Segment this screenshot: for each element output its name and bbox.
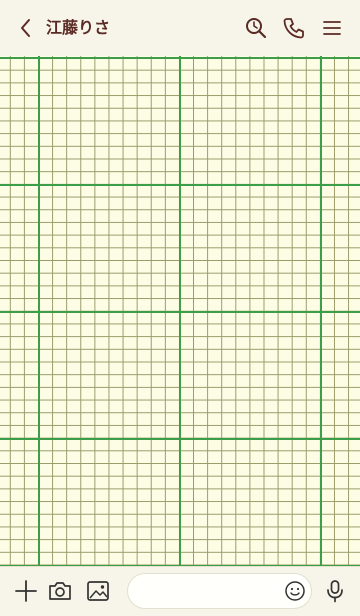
- attach-button[interactable]: [13, 578, 39, 604]
- search-icon: [246, 18, 267, 39]
- phone-icon: [283, 18, 304, 39]
- plus-icon: [15, 580, 37, 602]
- camera-icon: [49, 582, 71, 600]
- menu-button[interactable]: [319, 15, 345, 41]
- menu-icon: [323, 21, 341, 35]
- message-input[interactable]: [127, 573, 312, 609]
- call-button[interactable]: [281, 15, 307, 41]
- chat-message-area[interactable]: [0, 56, 360, 566]
- search-button[interactable]: [243, 15, 269, 41]
- chat-title: 江藤りさ: [46, 18, 111, 37]
- back-button[interactable]: [14, 16, 38, 40]
- image-icon: [87, 581, 109, 601]
- voice-button[interactable]: [322, 578, 348, 604]
- emoji-icon: [285, 581, 305, 601]
- image-button[interactable]: [85, 578, 111, 604]
- chevron-left-icon: [21, 19, 30, 37]
- camera-button[interactable]: [47, 578, 73, 604]
- emoji-button[interactable]: [284, 580, 306, 602]
- chat-input-bar: [0, 566, 360, 616]
- chat-header: 江藤りさ: [0, 0, 360, 56]
- microphone-icon: [327, 580, 343, 603]
